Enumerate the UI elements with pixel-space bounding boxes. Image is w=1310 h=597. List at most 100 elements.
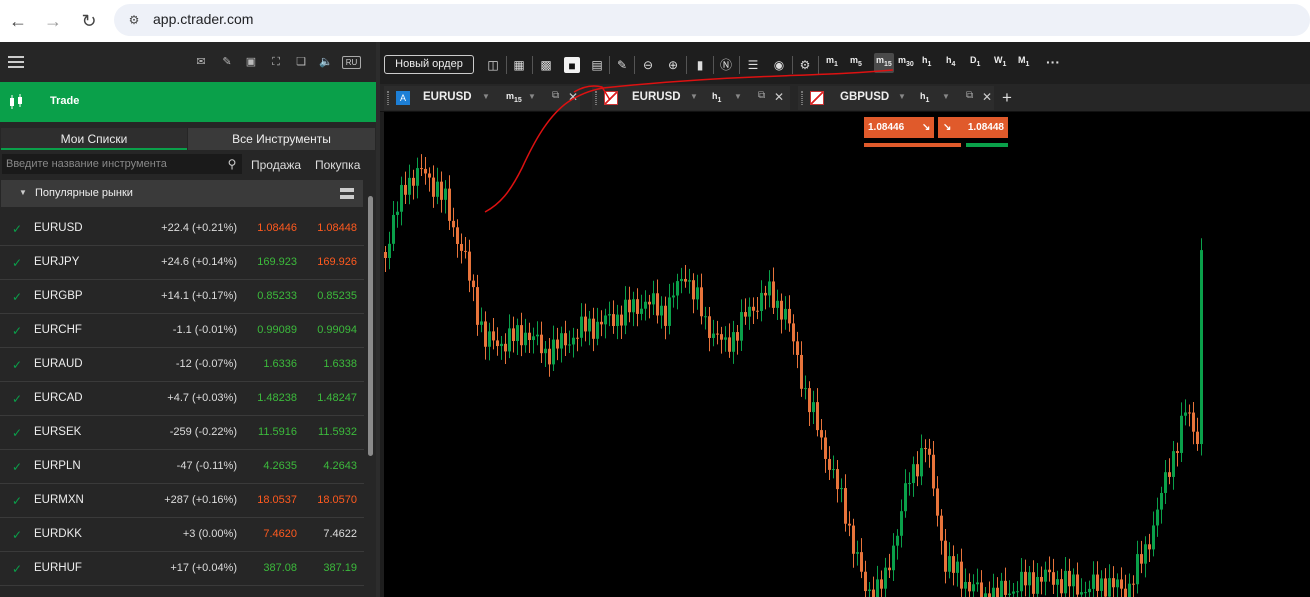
add-chart-icon[interactable]: + — [1002, 88, 1012, 108]
hamburger-menu-icon[interactable] — [8, 56, 24, 58]
sound-icon[interactable]: 🔈 — [318, 55, 334, 69]
reload-icon[interactable]: ↻ — [76, 8, 102, 34]
instrument-sell-price[interactable]: 1.6336 — [263, 358, 297, 370]
sell-quote-button[interactable]: 1.08446 ↘ — [864, 117, 934, 138]
single-pane-icon[interactable]: ■ — [564, 57, 580, 73]
forward-arrow-icon[interactable]: → — [40, 8, 66, 34]
settings-chart-icon[interactable]: ⚙ — [796, 56, 814, 74]
check-icon[interactable]: ✓ — [12, 426, 22, 440]
candlestick-chart[interactable]: 1.08446 ↘ ↘ 1.08448 — [384, 112, 1310, 597]
layers-icon[interactable]: ☰ — [744, 56, 762, 74]
instrument-buy-price[interactable]: 11.5932 — [318, 426, 357, 438]
candles-icon[interactable]: ▮ — [691, 56, 709, 74]
instrument-sell-price[interactable]: 7.4620 — [263, 528, 297, 540]
timeframe-button[interactable]: D1 — [970, 55, 980, 68]
timeframe-button[interactable]: W1 — [994, 55, 1006, 68]
sidebar-scrollbar[interactable] — [367, 182, 374, 597]
instrument-buy-price[interactable]: 0.99094 — [317, 324, 357, 336]
timeframe-button[interactable]: m5 — [850, 55, 862, 68]
instrument-sell-price[interactable]: 0.99089 — [257, 324, 297, 336]
chart-edit-icon[interactable]: ✎ — [613, 56, 631, 74]
check-icon[interactable]: ✓ — [12, 324, 22, 338]
timeframe-button[interactable]: h1 — [922, 55, 931, 68]
f-icon[interactable]: Ⓝ — [717, 56, 735, 74]
instrument-row[interactable]: ✓ EURSEK -259 (-0.22%) 11.5916 11.5932 — [0, 416, 364, 450]
instrument-buy-price[interactable]: 4.2643 — [323, 460, 357, 472]
instrument-buy-price[interactable]: 0.85235 — [317, 290, 357, 302]
instrument-row[interactable]: ✓ EURDKK +3 (0.00%) 7.4620 7.4622 — [0, 518, 364, 552]
timeframe-button[interactable]: h4 — [946, 55, 955, 68]
more-options-icon[interactable]: ··· — [1046, 54, 1060, 70]
chart-tab-timeframe[interactable]: h1 — [920, 91, 929, 104]
fullscreen-icon[interactable]: ⛶ — [268, 55, 284, 69]
chevron-down-icon[interactable]: ▼ — [942, 92, 950, 101]
shop-icon[interactable]: ▣ — [243, 55, 259, 69]
new-order-button[interactable]: Новый ордер — [384, 55, 474, 74]
split-pane-icon[interactable]: ▤ — [588, 56, 606, 74]
instrument-sell-price[interactable]: 18.0537 — [257, 494, 297, 506]
chart-tab-timeframe[interactable]: m15 — [506, 91, 522, 104]
chart-tab-symbol[interactable]: GBPUSD — [840, 91, 889, 103]
popular-markets-group[interactable]: ▼ Популярные рынки — [1, 180, 363, 207]
tab-all-instruments[interactable]: Все Инструменты — [188, 128, 375, 150]
chart-tab-1[interactable]: A EURUSD ▼ m15 ▼ ⧉ ✕ — [384, 86, 580, 110]
check-icon[interactable]: ✓ — [12, 494, 22, 508]
chevron-down-icon[interactable]: ▼ — [528, 92, 536, 101]
check-icon[interactable]: ✓ — [12, 222, 22, 236]
instrument-sell-price[interactable]: 387.08 — [263, 562, 297, 574]
instrument-sell-price[interactable]: 169.923 — [257, 256, 297, 268]
grid-four-icon[interactable]: ▩ — [537, 56, 555, 74]
timeframe-button[interactable]: m30 — [898, 55, 914, 68]
scroll-thumb[interactable] — [368, 196, 373, 456]
instrument-row[interactable]: ✓ EURPLN -47 (-0.11%) 4.2635 4.2643 — [0, 450, 364, 484]
instrument-buy-price[interactable]: 1.6338 — [323, 358, 357, 370]
check-icon[interactable]: ✓ — [12, 528, 22, 542]
instrument-buy-price[interactable]: 387.19 — [323, 562, 357, 574]
timeframe-button[interactable]: m1 — [826, 55, 838, 68]
chevron-down-icon[interactable]: ▼ — [482, 92, 490, 101]
site-info-icon[interactable]: ⚙ — [124, 11, 144, 29]
windows-icon[interactable]: ❏ — [293, 55, 309, 69]
instrument-row[interactable]: ✓ EURGBP +14.1 (+0.17%) 0.85233 0.85235 — [0, 280, 364, 314]
instrument-sell-price[interactable]: 1.48238 — [257, 392, 297, 404]
instrument-row[interactable]: ✓ EURCHF -1.1 (-0.01%) 0.99089 0.99094 — [0, 314, 364, 348]
address-bar[interactable]: ⚙ app.ctrader.com — [114, 4, 1310, 36]
chart-tab-2[interactable]: EURUSD ▼ h1 ▼ ⧉ ✕ — [592, 86, 790, 110]
instrument-sell-price[interactable]: 11.5916 — [258, 426, 297, 438]
close-icon[interactable]: ✕ — [568, 90, 578, 104]
instrument-buy-price[interactable]: 18.0570 — [317, 494, 357, 506]
instrument-buy-price[interactable]: 7.4622 — [323, 528, 357, 540]
timeframe-button[interactable]: m15 — [874, 53, 894, 73]
instrument-row[interactable]: ✓ EURHUF +17 (+0.04%) 387.08 387.19 — [0, 552, 364, 586]
instrument-row[interactable]: ✓ EURAUD -12 (-0.07%) 1.6336 1.6338 — [0, 348, 364, 382]
chart-tab-symbol[interactable]: EURUSD — [632, 91, 681, 103]
language-button[interactable]: RU — [342, 56, 361, 69]
instrument-sell-price[interactable]: 1.08446 — [257, 222, 297, 234]
instrument-sell-price[interactable]: 4.2635 — [263, 460, 297, 472]
close-icon[interactable]: ✕ — [982, 90, 992, 104]
pointer-settings-icon[interactable]: ✎ — [219, 55, 235, 69]
instrument-row[interactable]: ✓ EURJPY +24.6 (+0.14%) 169.923 169.926 — [0, 246, 364, 280]
zoom-in-icon[interactable]: ⊕ — [664, 56, 682, 74]
instrument-row[interactable]: ✓ EURMXN +287 (+0.16%) 18.0537 18.0570 — [0, 484, 364, 518]
search-icon[interactable]: ⚲ — [224, 156, 240, 172]
check-icon[interactable]: ✓ — [12, 460, 22, 474]
check-icon[interactable]: ✓ — [12, 562, 22, 576]
popout-icon[interactable]: ⧉ — [758, 90, 765, 101]
instrument-row[interactable]: ✓ EURCAD +4.7 (+0.03%) 1.48238 1.48247 — [0, 382, 364, 416]
layout-icon[interactable]: ▦ — [510, 56, 528, 74]
tab-my-lists[interactable]: Мои Списки — [1, 128, 187, 150]
popout-icon[interactable]: ⧉ — [552, 90, 559, 101]
timeframe-button[interactable]: M1 — [1018, 55, 1029, 68]
popout-icon[interactable]: ⧉ — [966, 90, 973, 101]
mail-icon[interactable]: ✉ — [193, 55, 209, 69]
zoom-out-icon[interactable]: ⊖ — [639, 56, 657, 74]
screen-icon[interactable]: ◫ — [484, 56, 502, 74]
back-arrow-icon[interactable]: ← — [5, 8, 31, 34]
buy-quote-button[interactable]: ↘ 1.08448 — [938, 117, 1008, 138]
check-icon[interactable]: ✓ — [12, 290, 22, 304]
check-icon[interactable]: ✓ — [12, 392, 22, 406]
instrument-sell-price[interactable]: 0.85233 — [257, 290, 297, 302]
collapse-triangle-icon[interactable]: ▼ — [19, 188, 27, 197]
group-menu-icon[interactable] — [340, 188, 354, 199]
